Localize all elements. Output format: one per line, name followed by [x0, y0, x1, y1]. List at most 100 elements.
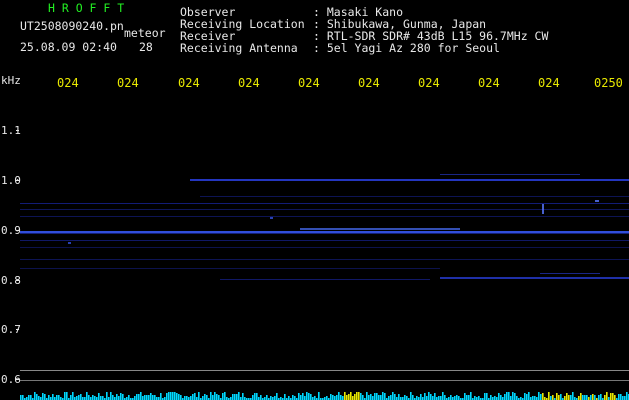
- noise-bar: [216, 394, 218, 400]
- frequency-axis: kHz 1.1 1.0 0.9 0.8 0.7 0.6: [0, 70, 21, 400]
- noise-bar: [510, 396, 512, 400]
- noise-bar: [284, 394, 286, 400]
- noise-bar: [318, 392, 320, 400]
- noise-bar: [66, 392, 68, 400]
- carrier-trace: [20, 228, 629, 234]
- noise-bar: [398, 394, 400, 400]
- noise-bar: [458, 396, 460, 400]
- noise-bar: [252, 395, 254, 400]
- noise-bar: [150, 393, 152, 400]
- noise-bar: [618, 394, 620, 400]
- noise-bar: [586, 395, 588, 400]
- frequency-tick-mark: [16, 230, 19, 231]
- noise-bar: [490, 395, 492, 400]
- noise-bar: [330, 394, 332, 400]
- noise-bar: [326, 396, 328, 400]
- time-tick: 024: [57, 76, 79, 90]
- noise-bar: [198, 392, 200, 400]
- noise-bar: [464, 393, 466, 400]
- noise-bar: [98, 393, 100, 400]
- noise-bar: [136, 394, 138, 400]
- noise-bar: [346, 395, 348, 400]
- noise-bar: [566, 393, 568, 400]
- noise-bar: [180, 395, 182, 400]
- frequency-tick-mark: [16, 280, 19, 281]
- event-count: 28: [139, 40, 153, 54]
- noise-bar: [498, 393, 500, 400]
- noise-bar: [56, 395, 58, 400]
- noise-bar: [174, 392, 176, 400]
- noise-bar: [270, 396, 272, 400]
- noise-bar: [376, 393, 378, 400]
- noise-bar: [86, 392, 88, 400]
- noise-bar: [310, 394, 312, 400]
- noise-bar: [332, 395, 334, 400]
- noise-bar: [122, 394, 124, 400]
- noise-bar: [556, 393, 558, 400]
- meteor-pings: [68, 200, 599, 244]
- noise-bar: [212, 395, 214, 400]
- noise-bar: [148, 395, 150, 400]
- noise-bar: [592, 394, 594, 400]
- noise-bar: [254, 393, 256, 400]
- noise-bar: [186, 396, 188, 400]
- noise-bar: [534, 396, 536, 400]
- noise-bar: [444, 395, 446, 400]
- noise-bar: [560, 394, 562, 400]
- time-tick: 024: [418, 76, 440, 90]
- noise-bar: [470, 392, 472, 400]
- noise-bar: [138, 394, 140, 400]
- noise-bar: [550, 396, 552, 400]
- noise-bar: [144, 395, 146, 400]
- noise-bar: [302, 393, 304, 400]
- noise-bar: [134, 396, 136, 400]
- noise-bar: [360, 393, 362, 400]
- noise-bar: [34, 392, 36, 400]
- noise-bar: [468, 395, 470, 400]
- noise-bar: [500, 395, 502, 400]
- noise-bar: [218, 395, 220, 400]
- noise-bar: [178, 394, 180, 400]
- noise-bar: [430, 394, 432, 400]
- noise-bar: [334, 396, 336, 400]
- noise-bar: [48, 395, 50, 400]
- mode-label: meteor: [124, 26, 166, 40]
- noise-bar: [404, 395, 406, 400]
- noise-bar: [508, 392, 510, 400]
- noise-bar: [370, 394, 372, 400]
- noise-bar: [420, 394, 422, 400]
- noise-bar: [308, 393, 310, 400]
- time-axis: 024 024 024 024 024 024 024 024 024 0250: [0, 76, 629, 92]
- noise-bar: [438, 396, 440, 400]
- frequency-unit: kHz: [1, 74, 21, 87]
- time-tick: 0250: [594, 76, 623, 90]
- noise-bar: [76, 396, 78, 400]
- noise-bar: [170, 392, 172, 400]
- noise-bar: [30, 395, 32, 400]
- noise-bar: [236, 394, 238, 400]
- noise-bar: [612, 393, 614, 400]
- noise-bar: [112, 395, 114, 400]
- noise-bar: [78, 395, 80, 400]
- frequency-tick-mark: [16, 180, 19, 181]
- noise-bar: [620, 394, 622, 400]
- noise-bar: [598, 395, 600, 400]
- noise-bar: [366, 392, 368, 400]
- noise-bar: [406, 396, 408, 400]
- reference-line: [20, 380, 629, 381]
- noise-bar: [474, 396, 476, 400]
- noise-bar: [564, 396, 566, 400]
- noise-bar: [28, 395, 30, 400]
- noise-bar: [166, 393, 168, 400]
- noise-bar: [160, 393, 162, 400]
- noise-bar: [350, 392, 352, 400]
- noise-bar: [426, 396, 428, 400]
- noise-bar: [106, 392, 108, 400]
- noise-bar: [388, 396, 390, 400]
- noise-bar: [442, 392, 444, 400]
- noise-bar: [92, 395, 94, 400]
- noise-bar: [372, 396, 374, 400]
- upper-trace: [190, 174, 629, 181]
- noise-bar: [514, 393, 516, 400]
- noise-bar: [516, 396, 518, 400]
